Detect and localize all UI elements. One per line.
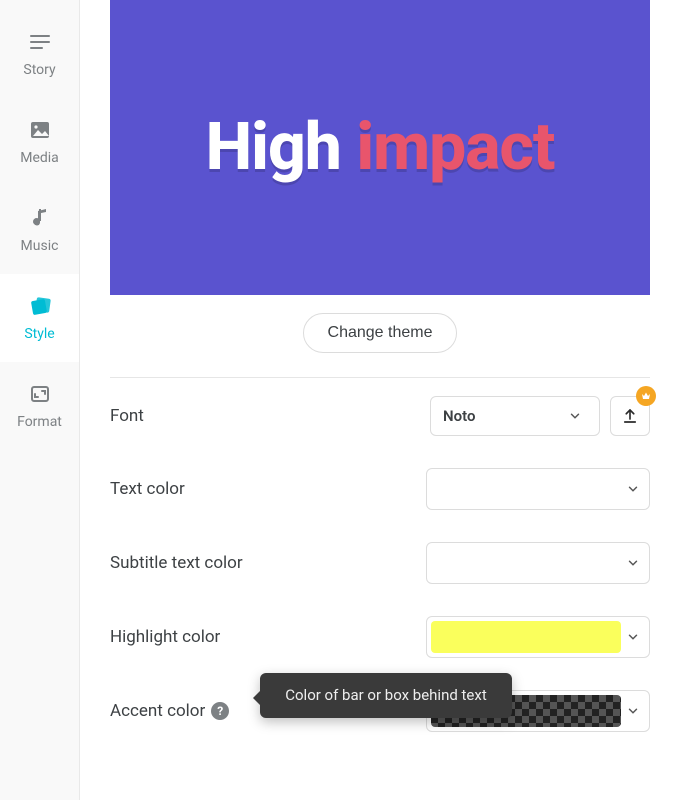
chevron-down-icon	[621, 556, 645, 570]
subtitle-color-label: Subtitle text color	[110, 553, 243, 573]
color-swatch	[431, 547, 621, 579]
sidebar: Story Media Music Style	[0, 0, 80, 800]
main-panel: High impact Change theme Font Noto	[80, 0, 680, 800]
subtitle-color-select[interactable]	[426, 542, 650, 584]
upload-icon	[621, 407, 639, 425]
accent-color-label: Accent color ?	[110, 701, 229, 721]
sidebar-item-format[interactable]: Format	[0, 362, 79, 450]
text-color-label: Text color	[110, 479, 185, 499]
highlight-color-label: Highlight color	[110, 627, 220, 647]
style-options: Font Noto Text color	[110, 396, 650, 732]
tooltip: Color of bar or box behind text	[260, 673, 512, 718]
format-icon	[28, 382, 52, 406]
sidebar-item-story[interactable]: Story	[0, 10, 79, 98]
font-select-value: Noto	[443, 407, 475, 425]
style-icon	[28, 294, 52, 318]
sidebar-item-media[interactable]: Media	[0, 98, 79, 186]
row-text-color: Text color	[110, 468, 650, 510]
color-swatch	[431, 473, 621, 505]
row-font: Font Noto	[110, 396, 650, 436]
text-color-select[interactable]	[426, 468, 650, 510]
color-swatch	[431, 621, 621, 653]
row-highlight-color: Highlight color	[110, 616, 650, 658]
preview-word-accent: impact	[356, 109, 554, 186]
chevron-down-icon	[621, 482, 645, 496]
font-select[interactable]: Noto	[430, 396, 600, 436]
accent-color-label-text: Accent color	[110, 701, 205, 721]
media-icon	[28, 118, 52, 142]
help-icon[interactable]: ?	[211, 702, 229, 720]
row-subtitle-color: Subtitle text color	[110, 542, 650, 584]
chevron-down-icon	[563, 409, 587, 423]
preview-text: High impact	[206, 109, 555, 186]
font-label: Font	[110, 406, 144, 426]
sidebar-item-label: Style	[24, 326, 54, 342]
sidebar-item-label: Music	[21, 238, 59, 254]
highlight-color-select[interactable]	[426, 616, 650, 658]
sidebar-item-music[interactable]: Music	[0, 186, 79, 274]
sidebar-item-label: Format	[17, 414, 62, 430]
chevron-down-icon	[621, 704, 645, 718]
change-theme-button[interactable]: Change theme	[303, 313, 458, 353]
theme-preview: High impact	[110, 0, 650, 295]
preview-word-primary: High	[206, 109, 357, 186]
sidebar-item-style[interactable]: Style	[0, 274, 79, 362]
story-icon	[28, 30, 52, 54]
sidebar-item-label: Story	[23, 62, 55, 78]
divider	[110, 377, 650, 378]
music-icon	[28, 206, 52, 230]
premium-badge	[636, 386, 656, 406]
sidebar-item-label: Media	[20, 150, 59, 166]
chevron-down-icon	[621, 630, 645, 644]
